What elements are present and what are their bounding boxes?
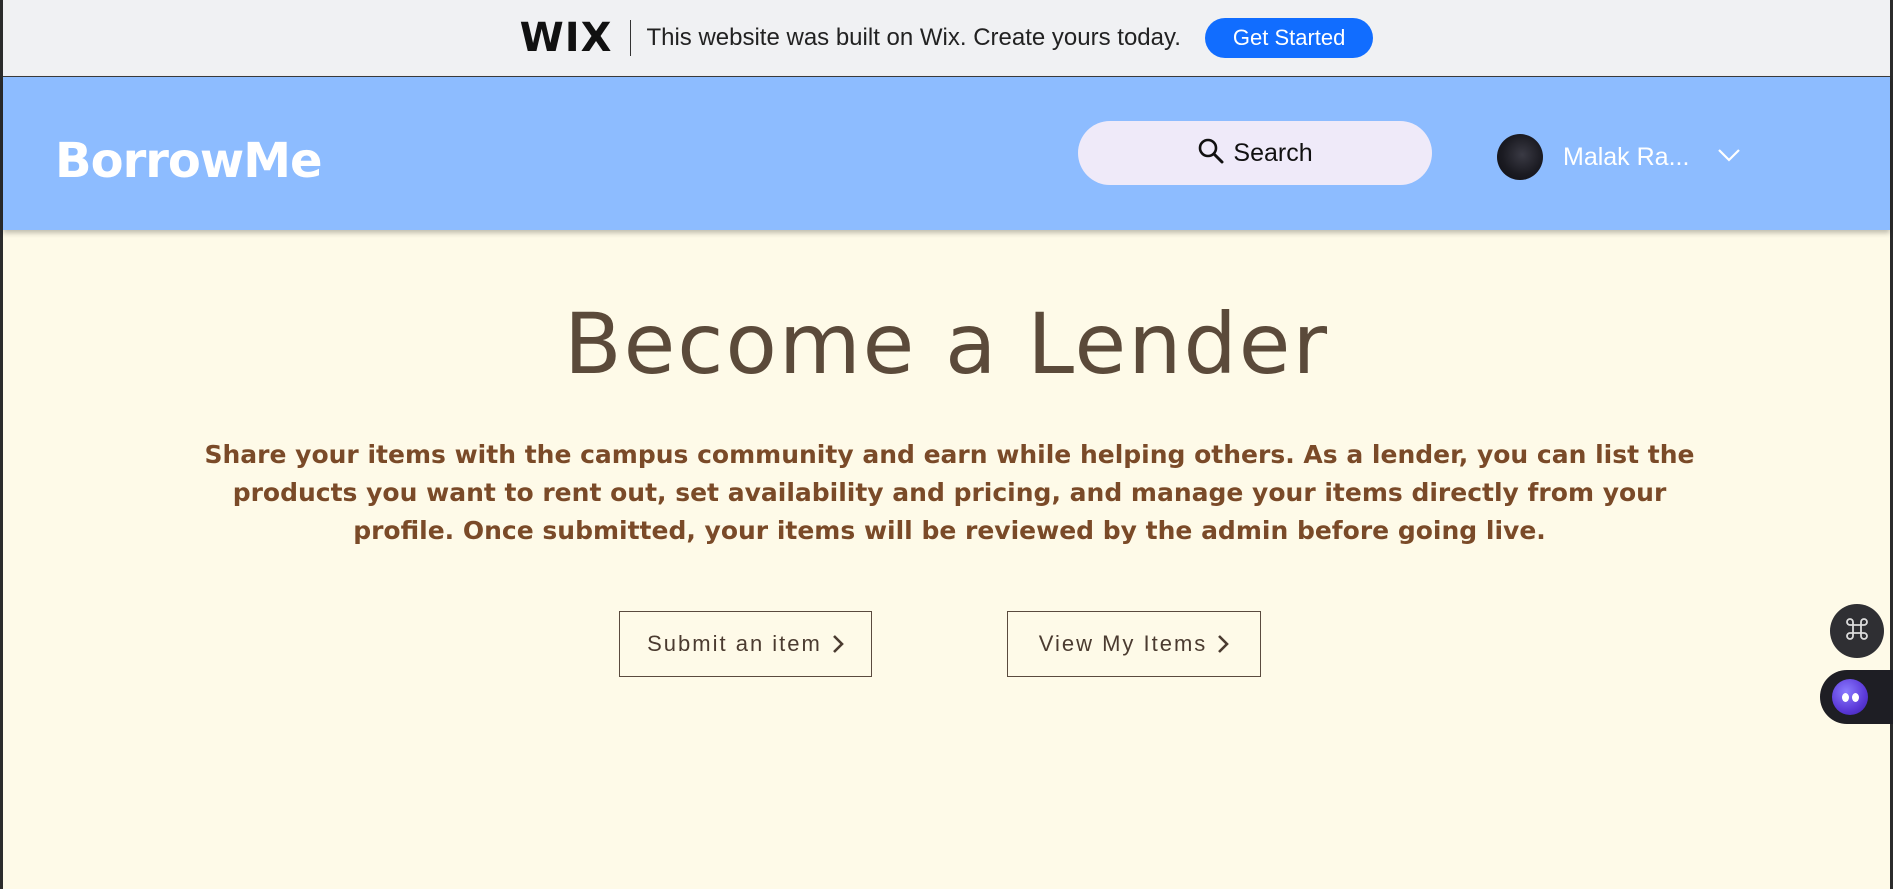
page-description: Share your items with the campus communi…	[204, 440, 1695, 545]
search-label: Search	[1233, 138, 1313, 167]
user-menu[interactable]: Malak Ra...	[1497, 133, 1741, 181]
submit-item-label: Submit an item	[647, 631, 822, 656]
banner-text: This website was built on Wix. Create yo…	[646, 24, 1181, 51]
search-icon	[1197, 137, 1225, 170]
view-my-items-label: View My Items	[1038, 631, 1208, 656]
view-my-items-button[interactable]: View My Items	[1007, 611, 1261, 677]
chat-assistant-icon	[1832, 679, 1868, 715]
command-widget-button[interactable]	[1830, 604, 1884, 658]
chat-assistant-button[interactable]	[1820, 670, 1893, 724]
chevron-right-icon	[1217, 634, 1230, 654]
chevron-right-icon	[832, 634, 844, 654]
submit-item-button[interactable]: Submit an item	[619, 611, 872, 677]
get-started-button[interactable]: Get Started	[1204, 18, 1374, 58]
search-button[interactable]: Search	[1078, 121, 1432, 185]
page-title: Become a Lender	[563, 295, 1330, 393]
command-icon	[1844, 616, 1870, 647]
site-header: BorrowMe Search Malak Ra...	[3, 77, 1890, 230]
user-name[interactable]: Malak Ra...	[1563, 143, 1689, 172]
chevron-down-icon[interactable]	[1717, 147, 1741, 168]
wix-logo[interactable]: WIX	[520, 15, 613, 61]
banner-divider	[630, 20, 632, 56]
avatar[interactable]	[1497, 134, 1543, 180]
wix-promo-banner: WIX This website was built on Wix. Creat…	[3, 0, 1890, 77]
site-logo[interactable]: BorrowMe	[55, 133, 323, 189]
